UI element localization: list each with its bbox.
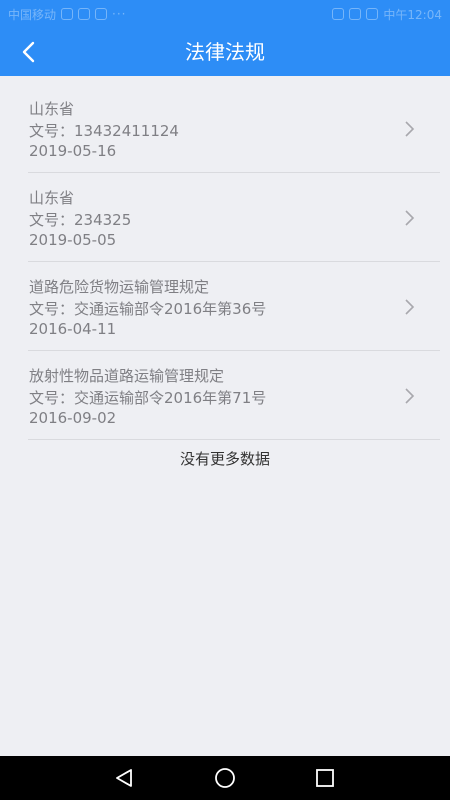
battery-icon: [366, 8, 379, 20]
item-doc-number: 文号：234325: [29, 211, 132, 229]
notification-icon: [78, 8, 91, 20]
item-date: 2019-05-05: [29, 231, 117, 249]
status-bar-right: 中午12:04: [332, 6, 442, 23]
vibrate-icon: [332, 8, 345, 20]
status-bar-left: 中国移动 ···: [8, 6, 126, 23]
chevron-right-icon: [405, 299, 415, 315]
item-date: 2019-05-16: [29, 142, 117, 160]
item-title: 山东省: [29, 189, 75, 207]
chevron-right-icon: [405, 210, 415, 226]
nav-back-button[interactable]: [112, 766, 136, 790]
more-notifications-icon: ···: [112, 7, 127, 21]
notification-icon: [95, 8, 108, 20]
nav-recents-button[interactable]: [313, 766, 337, 790]
circle-home-icon: [215, 768, 235, 788]
list-item[interactable]: 放射性物品道路运输管理规定 文号：交通运输部令2016年第71号 2016-09…: [28, 351, 440, 440]
list-item[interactable]: 山东省 文号：13432411124 2019-05-16: [28, 84, 440, 173]
chevron-left-icon: [22, 41, 35, 63]
back-button[interactable]: [8, 32, 48, 72]
status-time: 中午12:04: [383, 7, 442, 22]
item-title: 道路危险货物运输管理规定: [29, 278, 210, 296]
carrier-label: 中国移动: [8, 7, 57, 22]
item-date: 2016-04-11: [29, 320, 117, 338]
regulation-list: 山东省 文号：13432411124 2019-05-16 山东省 文号：234…: [0, 84, 450, 440]
app-bar: 法律法规: [0, 28, 450, 76]
item-doc-number: 文号：交通运输部令2016年第36号: [29, 300, 267, 318]
item-title: 山东省: [29, 100, 75, 118]
system-nav-bar: [0, 756, 450, 800]
item-date: 2016-09-02: [29, 409, 117, 427]
item-doc-number: 文号：交通运输部令2016年第71号: [29, 389, 267, 407]
triangle-back-icon: [116, 769, 132, 787]
chevron-right-icon: [405, 388, 415, 404]
list-item[interactable]: 道路危险货物运输管理规定 文号：交通运输部令2016年第36号 2016-04-…: [28, 262, 440, 351]
page-title: 法律法规: [185, 40, 265, 64]
signal-icon: [349, 8, 362, 20]
notification-icon: [61, 8, 74, 20]
no-more-data-label: 没有更多数据: [179, 450, 270, 468]
square-recents-icon: [316, 769, 334, 787]
item-doc-number: 文号：13432411124: [29, 122, 179, 140]
item-title: 放射性物品道路运输管理规定: [29, 367, 225, 385]
status-bar: 中国移动 ··· 中午12:04: [0, 0, 450, 28]
nav-home-button[interactable]: [213, 766, 237, 790]
list-item[interactable]: 山东省 文号：234325 2019-05-05: [28, 173, 440, 262]
chevron-right-icon: [405, 121, 415, 137]
